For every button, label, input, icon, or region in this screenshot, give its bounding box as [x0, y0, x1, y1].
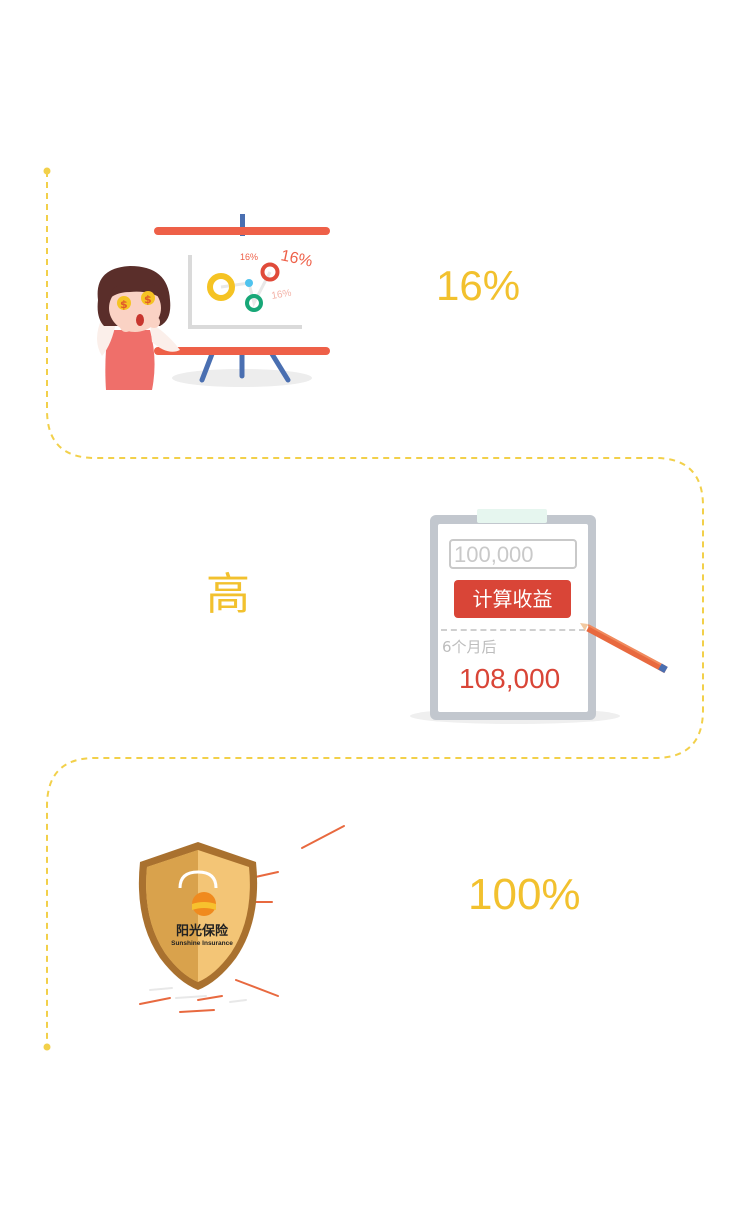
stat-rate-value: 16% — [436, 262, 521, 309]
chart-label-faded: 16% — [271, 288, 293, 302]
stat-safety-value: 100% — [468, 870, 581, 919]
pencil-icon — [580, 623, 668, 674]
chart-label-small: 16% — [240, 252, 258, 262]
stat-yield-label: 高 — [206, 569, 250, 620]
timeline-end-dot — [43, 1043, 51, 1051]
divider-dashed — [441, 629, 585, 631]
board-bottom-bar — [154, 347, 330, 355]
girl-character: $ $ — [97, 266, 180, 390]
amount-input[interactable]: 100,000 — [449, 539, 577, 569]
shield-illustration: 阳光保险 Sunshine Insurance — [138, 825, 345, 1013]
clipboard-clip — [477, 509, 547, 523]
result-value: 108,000 — [459, 663, 561, 694]
eye-dollar-right: $ — [144, 293, 152, 306]
board-top-bar — [154, 227, 330, 235]
brand-name: 阳光保险 — [176, 923, 229, 939]
presentation-illustration: 16% 16% 16% $ $ — [97, 214, 330, 390]
chart-label-large: 16% — [279, 247, 314, 270]
period-label: 6个月后 — [442, 638, 497, 656]
timeline-start-dot — [43, 167, 51, 175]
chart-point-blue — [245, 279, 253, 287]
calculate-button[interactable]: 计算收益 — [454, 580, 571, 618]
calculator-clipboard: 100,000 计算收益 6个月后 108,000 — [405, 505, 675, 730]
eye-dollar-left: $ — [120, 298, 128, 311]
brand-name-en: Sunshine Insurance — [171, 940, 233, 947]
